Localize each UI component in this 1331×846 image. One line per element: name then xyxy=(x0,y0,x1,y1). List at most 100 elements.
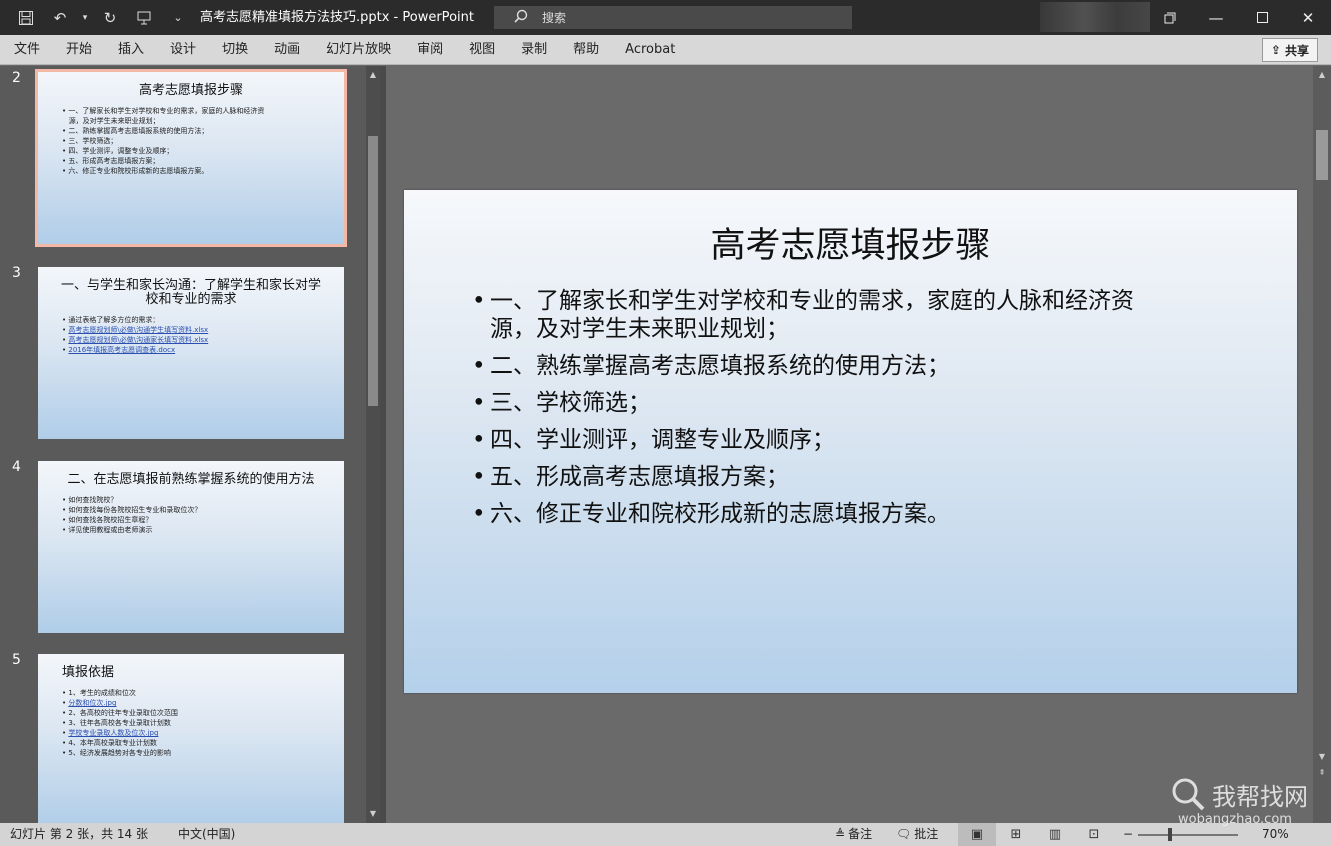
status-bar: 幻灯片 第 2 张，共 14 张 中文(中国) ≜ 备注 🗨 批注 ▣ ⊞ ▥ ⊡ … xyxy=(0,823,1331,846)
ribbon-tab[interactable]: 帮助 xyxy=(560,35,612,65)
slide-thumbnail[interactable]: 高考志愿填报步骤 • 一、了解家长和学生对学校和专业的需求，家庭的人脉和经济资 源… xyxy=(35,69,347,247)
ribbon-tab[interactable]: 审阅 xyxy=(404,35,456,65)
language-indicator[interactable]: 中文(中国) xyxy=(178,823,235,846)
search-placeholder: 搜索 xyxy=(542,11,567,25)
comments-button[interactable]: 🗨 批注 xyxy=(896,823,938,846)
scroll-down-icon[interactable]: ▼ xyxy=(366,807,380,821)
thumbnail-title: 二、在志愿填报前熟练掌握系统的使用方法 xyxy=(67,472,315,487)
watermark: 我帮找网 wobangzhao.com xyxy=(1170,776,1330,840)
ribbon-tab[interactable]: 切换 xyxy=(209,35,261,65)
share-button[interactable]: ⇪ 共享 xyxy=(1261,38,1318,62)
thumbnail-bullet: • 一、了解家长和学生对学校和专业的需求，家庭的人脉和经济资 xyxy=(62,107,265,115)
thumbnail-bullet: • 四、学业测评，调整专业及顺序； xyxy=(62,147,174,155)
ribbon-tab[interactable]: 录制 xyxy=(508,35,560,65)
ribbon-tab[interactable]: 设计 xyxy=(157,35,209,65)
undo-dropdown-icon[interactable]: ▾ xyxy=(80,4,90,32)
notes-button[interactable]: ≜ 备注 xyxy=(835,823,872,846)
ribbon-tab[interactable]: 插入 xyxy=(105,35,157,65)
notes-icon: ≜ xyxy=(835,827,846,841)
thumbnail-bullet: • 五、形成高考志愿填报方案； xyxy=(62,157,160,165)
scroll-up-icon[interactable]: ▲ xyxy=(366,68,380,82)
slide-sorter-icon[interactable]: ⊞ xyxy=(997,823,1035,846)
ribbon-tab[interactable]: 幻灯片放映 xyxy=(313,35,404,65)
thumbnail-bullet: • 通过表格了解多方位的需求： xyxy=(62,316,160,324)
slide-title[interactable]: 高考志愿填报步骤 xyxy=(404,217,1297,268)
close-icon[interactable]: ✕ xyxy=(1285,0,1331,35)
account-area[interactable] xyxy=(1040,2,1150,32)
thumbnail-bullet: • 学校专业录取人数及位次.jpg xyxy=(62,729,159,737)
zoom-out-icon[interactable]: − xyxy=(1123,823,1133,846)
bullet-item: • 一、了解家长和学生对学校和专业的需求，家庭的人脉和经济资 xyxy=(472,288,1134,314)
bullet-item: • 五、形成高考志愿填报方案； xyxy=(472,464,789,490)
minimize-icon[interactable]: — xyxy=(1193,0,1239,35)
reading-view-icon[interactable]: ▥ xyxy=(1036,823,1074,846)
slide-thumbnail[interactable]: 一、与学生和家长沟通：了解学生和家长对学校和专业的需求 • 通过表格了解多方位的需… xyxy=(38,267,344,439)
search-input[interactable]: 搜索 xyxy=(494,6,852,29)
bullet-item: • 二、熟练掌握高考志愿填报系统的使用方法； xyxy=(472,353,950,379)
title-bar: ↶ ▾ ↻ ⌄ 高考志愿精准填报方法技巧.pptx - PowerPoint 搜… xyxy=(0,0,1331,35)
search-icon xyxy=(514,9,528,26)
slide-bullet-list[interactable]: • 一、了解家长和学生对学校和专业的需求，家庭的人脉和经济资 源，及对学生未来职业… xyxy=(472,287,1232,537)
quick-access-toolbar: ↶ ▾ ↻ ⌄ xyxy=(12,4,192,32)
ribbon-tab[interactable]: 视图 xyxy=(456,35,508,65)
thumbnail-bullet: • 三、学校筛选； xyxy=(62,137,118,145)
thumbnail-bullet: • 如何查找每份各院校招生专业和录取位次？ xyxy=(62,506,202,514)
slide-number: 5 xyxy=(12,652,21,668)
thumbnail-bullet: • 如何查找各院校招生章程？ xyxy=(62,516,153,524)
thumbnail-title: 高考志愿填报步骤 xyxy=(138,83,243,98)
share-icon: ⇪ xyxy=(1270,43,1281,57)
thumbnail-bullet: • 3、往年各高校各专业录取计划数 xyxy=(62,719,171,727)
scroll-up-icon[interactable]: ▲ xyxy=(1315,68,1329,82)
scroll-down-icon[interactable]: ▼ xyxy=(1315,750,1329,764)
slideshow-icon[interactable]: ⊡ xyxy=(1075,823,1113,846)
present-icon[interactable] xyxy=(130,4,158,32)
ribbon-display-icon[interactable] xyxy=(1147,0,1193,35)
document-title: 高考志愿精准填报方法技巧.pptx - PowerPoint xyxy=(200,10,474,25)
customize-qat-icon[interactable]: ⌄ xyxy=(164,4,192,32)
thumbnail-bullet: • 2016年填报高考志愿调查表.docx xyxy=(62,346,176,354)
bullet-item: • 四、学业测评，调整专业及顺序； xyxy=(472,427,835,453)
thumbnail-bullet: • 高考志愿规划师\必做\沟通学生填写资料.xlsx xyxy=(62,326,209,334)
ribbon-tab[interactable]: 开始 xyxy=(53,35,105,65)
thumbnail-bullet: 源，及对学生未来职业规划； xyxy=(68,117,160,125)
ribbon-tab[interactable]: 文件 xyxy=(0,35,53,65)
scrollbar-thumb[interactable] xyxy=(1316,130,1328,180)
ribbon-tab[interactable]: Acrobat xyxy=(612,35,688,65)
undo-icon[interactable]: ↶ xyxy=(46,4,74,32)
ribbon-tab[interactable]: 动画 xyxy=(261,35,313,65)
save-icon[interactable] xyxy=(12,4,40,32)
thumbnail-bullet: • 5、经济发展趋势对各专业的影响 xyxy=(62,749,171,757)
slide-thumbnail[interactable]: 二、在志愿填报前熟练掌握系统的使用方法 • 如何查找院校？ • 如何查找每份各院校招… xyxy=(38,461,344,633)
watermark-text: 我帮找网 xyxy=(1212,782,1308,811)
thumbnail-bullet: • 如何查找院校？ xyxy=(62,496,118,504)
comment-icon: 🗨 xyxy=(896,827,912,841)
maximize-icon[interactable] xyxy=(1239,0,1285,35)
thumbnail-bullet: • 2、各高校的往年专业录取位次范围 xyxy=(62,709,178,717)
current-slide[interactable]: 高考志愿填报步骤 • 一、了解家长和学生对学校和专业的需求，家庭的人脉和经济资 源… xyxy=(404,190,1297,693)
editor-scrollbar[interactable]: ▲ ▼ ⇞ xyxy=(1313,66,1331,823)
thumbnail-bullet: • 1、考生的成绩和位次 xyxy=(62,689,136,697)
redo-icon[interactable]: ↻ xyxy=(96,4,124,32)
ribbon-tabs: 文件 开始 插入 设计 切换 动画 幻灯片放映 审阅 视图 录制 帮助 Acrobat ⇪ 共享 xyxy=(0,35,1331,65)
slide-number: 2 xyxy=(12,70,21,86)
slide-thumbnail-panel: ▲ ▼ 2高考志愿填报步骤• 一、了解家长和学生对学校和专业的需求，家庭的人脉和… xyxy=(0,66,366,823)
slide-counter: 幻灯片 第 2 张，共 14 张 xyxy=(10,827,148,841)
scrollbar-thumb[interactable] xyxy=(368,136,378,406)
thumbnail-bullet: • 分数和位次.jpg xyxy=(62,699,117,707)
thumbnail-bullet: • 4、本年高校录取专业计划数 xyxy=(62,739,157,747)
bullet-item: • 三、学校筛选； xyxy=(472,390,651,416)
slide-thumbnail[interactable]: 填报依据 • 1、考生的成绩和位次 • 分数和位次.jpg • 2、各高校的往年专业录… xyxy=(38,654,344,823)
thumbnail-title: 一、与学生和家长沟通：了解学生和家长对学校和专业的需求 xyxy=(60,278,321,307)
bullet-item: • 六、修正专业和院校形成新的志愿填报方案。 xyxy=(472,501,950,527)
thumbnail-title: 填报依据 xyxy=(62,665,115,680)
watermark-url: wobangzhao.com xyxy=(1178,812,1292,827)
bullet-continuation: 源，及对学生未来职业规划； xyxy=(490,316,789,342)
thumbnail-bullet: • 高考志愿规划师\必做\沟通家长填写资料.xlsx xyxy=(62,336,209,344)
slide-number: 4 xyxy=(12,459,21,475)
thumbnail-bullet: • 详见使用教程或由老师演示 xyxy=(62,526,153,534)
normal-view-icon[interactable]: ▣ xyxy=(958,823,996,846)
thumbnail-scrollbar[interactable]: ▲ ▼ xyxy=(366,66,380,823)
thumbnail-bullet: • 六、修正专业和院校形成新的志愿填报方案。 xyxy=(62,167,209,175)
slide-number: 3 xyxy=(12,265,21,281)
thumbnail-bullet: • 二、熟练掌握高考志愿填报系统的使用方法； xyxy=(62,127,209,135)
